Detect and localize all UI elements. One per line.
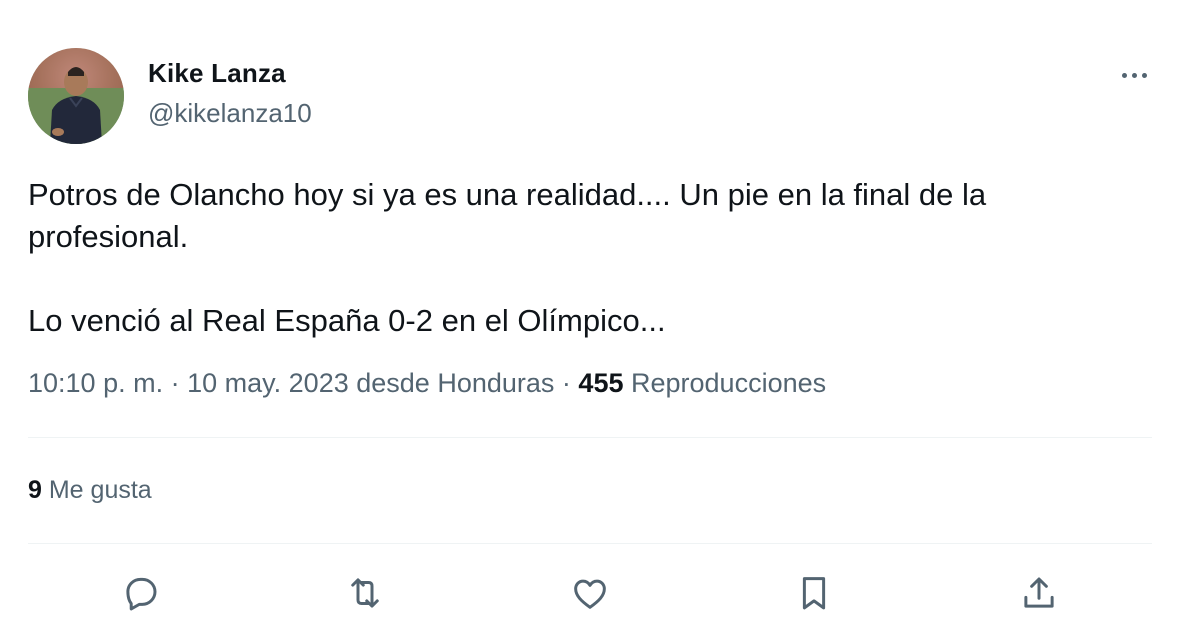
tweet-date[interactable]: 10 may. 2023 <box>187 368 349 398</box>
divider <box>28 543 1152 544</box>
tweet-location: desde Honduras <box>356 368 555 398</box>
share-icon <box>1024 577 1054 608</box>
share-button[interactable] <box>1012 566 1066 620</box>
more-dot-icon <box>1121 72 1127 78</box>
retweet-icon <box>351 578 379 608</box>
more-options-button[interactable] <box>1112 60 1156 90</box>
avatar[interactable] <box>28 48 124 144</box>
author-handle[interactable]: @kikelanza10 <box>148 98 312 129</box>
bookmark-icon <box>802 577 826 610</box>
likes-link[interactable]: 9 Me gusta <box>28 476 152 505</box>
tweet-paragraph: Lo venció al Real España 0-2 en el Olímp… <box>28 303 666 338</box>
more-dot-icon <box>1131 72 1137 78</box>
more-dot-icon <box>1141 72 1147 78</box>
tweet-text: Potros de Olancho hoy si ya es una reali… <box>28 174 1138 342</box>
tweet-card: Kike Lanza @kikelanza10 Potros de Olanch… <box>0 0 1200 644</box>
tweet-time[interactable]: 10:10 p. m. <box>28 368 163 398</box>
meta-separator: · <box>170 368 180 398</box>
like-button[interactable] <box>563 566 617 620</box>
likes-label: Me gusta <box>48 476 152 504</box>
tweet-paragraph: Potros de Olancho hoy si ya es una reali… <box>28 177 987 254</box>
reply-icon <box>126 577 157 611</box>
action-bar <box>0 566 1200 620</box>
reply-button[interactable] <box>114 566 168 620</box>
retweet-button[interactable] <box>338 566 392 620</box>
views-label: Reproducciones <box>631 368 827 398</box>
bookmark-button[interactable] <box>787 566 841 620</box>
divider <box>28 437 1152 438</box>
likes-count: 9 <box>28 476 42 504</box>
tweet-meta: 10:10 p. m. · 10 may. 2023 desde Hondura… <box>28 368 826 399</box>
meta-separator: · <box>561 368 571 398</box>
views-count: 455 <box>578 368 624 398</box>
like-icon <box>574 579 606 609</box>
author-display-name[interactable]: Kike Lanza <box>148 58 286 89</box>
